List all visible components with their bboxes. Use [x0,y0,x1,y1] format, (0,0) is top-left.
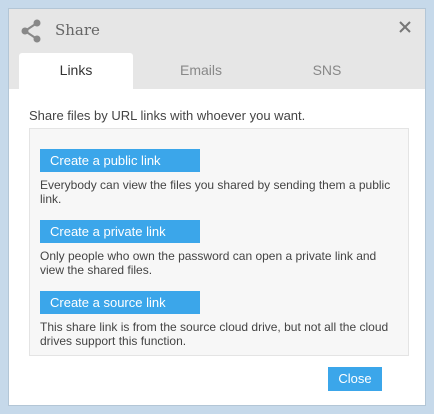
tab-emails[interactable]: Emails [143,53,259,89]
private-link-description: Only people who own the password can ope… [40,249,377,277]
tab-links[interactable]: Links [19,53,133,89]
close-icon[interactable] [397,19,413,35]
link-options-panel: Create a public link Everybody can view … [29,128,409,356]
dialog-header: Share Links Emails SNS [9,9,425,89]
links-intro-text: Share files by URL links with whoever yo… [29,108,306,123]
public-link-description: Everybody can view the files you shared … [40,178,391,206]
tab-sns[interactable]: SNS [269,53,385,89]
create-public-link-button[interactable]: Create a public link [40,149,200,172]
create-private-link-button[interactable]: Create a private link [40,220,200,243]
create-source-link-button[interactable]: Create a source link [40,291,200,314]
dialog-title: Share [55,21,100,39]
tab-bar: Links Emails SNS [9,53,425,89]
close-button[interactable]: Close [328,367,382,391]
share-dialog: Share Links Emails SNS Share files by UR… [8,8,426,406]
share-icon [21,19,41,43]
source-link-description: This share link is from the source cloud… [40,320,389,348]
